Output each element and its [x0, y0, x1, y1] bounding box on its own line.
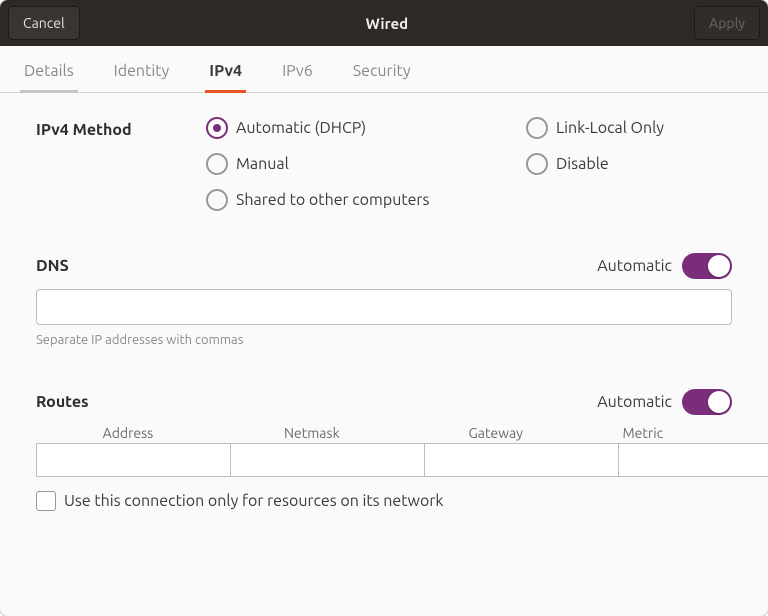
routes-automatic-toggle-wrap: Automatic: [597, 389, 732, 415]
col-metric: Metric: [588, 425, 698, 441]
dns-label: DNS: [36, 257, 69, 275]
ipv4-method-row: IPv4 Method Automatic (DHCP) Link-Local …: [36, 117, 732, 211]
route-row: [36, 443, 732, 477]
tab-ipv6[interactable]: IPv6: [278, 46, 317, 92]
radio-disable[interactable]: Disable: [526, 153, 664, 175]
network-settings-dialog: Cancel Wired Apply Details Identity IPv4…: [0, 0, 768, 616]
col-actions: [698, 425, 732, 441]
col-netmask: Netmask: [220, 425, 404, 441]
dns-header: DNS Automatic: [36, 253, 732, 279]
cancel-button[interactable]: Cancel: [8, 6, 80, 40]
radio-automatic-dhcp[interactable]: Automatic (DHCP): [206, 117, 526, 139]
dns-helper-text: Separate IP addresses with commas: [36, 333, 732, 347]
dialog-title: Wired: [366, 15, 409, 32]
radio-shared[interactable]: Shared to other computers: [206, 189, 664, 211]
routes-section: Routes Automatic Address Netmask Gateway…: [36, 389, 732, 511]
radio-manual[interactable]: Manual: [206, 153, 526, 175]
radio-label: Manual: [236, 155, 289, 173]
routes-label: Routes: [36, 393, 89, 411]
tab-security[interactable]: Security: [349, 46, 415, 92]
switch-knob: [708, 391, 730, 413]
dns-automatic-switch[interactable]: [682, 253, 732, 279]
radio-label: Link-Local Only: [556, 119, 664, 137]
routes-header: Routes Automatic: [36, 389, 732, 415]
dns-input[interactable]: [36, 289, 732, 325]
tab-details[interactable]: Details: [20, 46, 78, 92]
dns-section: DNS Automatic Separate IP addresses with…: [36, 253, 732, 347]
ipv4-panel: IPv4 Method Automatic (DHCP) Link-Local …: [0, 93, 768, 616]
apply-button[interactable]: Apply: [694, 6, 760, 40]
route-metric-input[interactable]: [619, 443, 768, 477]
col-address: Address: [36, 425, 220, 441]
routes-automatic-label: Automatic: [597, 393, 672, 411]
radio-icon: [206, 189, 228, 211]
radio-icon: [526, 153, 548, 175]
route-gateway-input[interactable]: [425, 443, 619, 477]
radio-label: Automatic (DHCP): [236, 119, 366, 137]
route-address-input[interactable]: [36, 443, 231, 477]
radio-icon: [206, 117, 228, 139]
tab-ipv4[interactable]: IPv4: [205, 46, 246, 92]
radio-icon: [206, 153, 228, 175]
checkbox-icon: [36, 491, 56, 511]
only-resources-label: Use this connection only for resources o…: [64, 492, 443, 510]
tab-identity[interactable]: Identity: [110, 46, 174, 92]
radio-label: Shared to other computers: [236, 191, 429, 209]
ipv4-method-label: IPv4 Method: [36, 117, 206, 139]
dns-automatic-toggle-wrap: Automatic: [597, 253, 732, 279]
radio-icon: [526, 117, 548, 139]
ipv4-method-options: Automatic (DHCP) Link-Local Only Manual …: [206, 117, 664, 211]
radio-label: Disable: [556, 155, 609, 173]
col-gateway: Gateway: [404, 425, 588, 441]
switch-knob: [708, 255, 730, 277]
routes-column-headers: Address Netmask Gateway Metric: [36, 425, 732, 441]
headerbar: Cancel Wired Apply: [0, 0, 768, 46]
tab-bar: Details Identity IPv4 IPv6 Security: [0, 46, 768, 93]
radio-link-local[interactable]: Link-Local Only: [526, 117, 664, 139]
only-resources-checkbox[interactable]: Use this connection only for resources o…: [36, 491, 732, 511]
dns-automatic-label: Automatic: [597, 257, 672, 275]
routes-automatic-switch[interactable]: [682, 389, 732, 415]
route-netmask-input[interactable]: [231, 443, 425, 477]
